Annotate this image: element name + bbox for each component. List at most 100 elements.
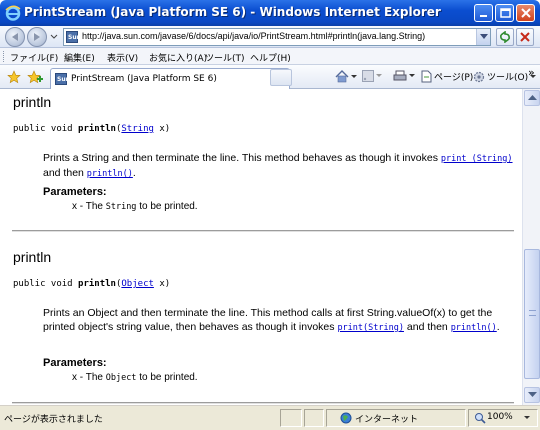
description-text: .: [132, 167, 136, 179]
refresh-button[interactable]: [496, 28, 514, 46]
parameter-item: x - The String to be printed.: [72, 201, 198, 212]
ie-logo-icon: [5, 5, 21, 21]
description-text: Prints a String and then terminate the l…: [43, 152, 441, 164]
param-desc: to be printed.: [136, 372, 198, 383]
menu-edit[interactable]: 編集(E): [64, 51, 95, 64]
signature-name: println: [78, 279, 116, 289]
status-segment: [304, 409, 324, 427]
menu-help[interactable]: ヘルプ(H): [250, 51, 291, 64]
signature-param: x): [153, 124, 171, 134]
menu-favorites[interactable]: お気に入り(A): [149, 51, 207, 64]
param-type: String: [105, 202, 137, 212]
address-dropdown-button[interactable]: [476, 29, 490, 45]
title-bar[interactable]: PrintStream (Java Platform SE 6) - Windo…: [0, 0, 540, 26]
thumb-grip: [529, 310, 536, 316]
globe-icon: [340, 412, 352, 424]
section-divider: [12, 230, 514, 232]
close-icon: [521, 8, 531, 18]
scroll-up-button[interactable]: [524, 90, 540, 106]
tab-printstream[interactable]: Sun PrintStream (Java Platform SE 6): [50, 68, 290, 89]
vertical-scrollbar[interactable]: [522, 89, 540, 405]
zoom-control[interactable]: 100%: [468, 409, 538, 427]
section-divider: [12, 402, 514, 404]
page-menu-label: ページ(P): [434, 73, 474, 83]
stop-button[interactable]: [516, 28, 534, 46]
rss-feed-icon: [362, 70, 374, 82]
zone-label: インターネット: [355, 415, 419, 425]
parameter-item: x - The Object to be printed.: [72, 372, 198, 383]
more-commands-button[interactable]: »: [528, 66, 535, 79]
zoom-magnifier-icon: [475, 413, 486, 424]
new-tab-button[interactable]: [270, 69, 292, 86]
address-toolbar: Sun http://java.sun.com/javase/6/docs/ap…: [0, 26, 540, 48]
method-signature: public void println(String x): [13, 124, 170, 134]
menu-bar: ファイル(F) 編集(E) 表示(V) お気に入り(A) ツール(T) ヘルプ(…: [0, 48, 540, 65]
chevron-down-icon: [524, 416, 530, 419]
stop-icon: [520, 32, 530, 42]
println-link[interactable]: println(): [451, 323, 497, 333]
method-description: Prints a String and then terminate the l…: [43, 151, 513, 181]
print-button[interactable]: [393, 70, 415, 82]
description-text: .: [496, 321, 500, 333]
chevron-up-icon: [528, 95, 537, 100]
minimize-button[interactable]: [474, 4, 493, 22]
home-button[interactable]: [335, 70, 357, 83]
printer-icon: [393, 70, 407, 81]
back-arrow-icon: [12, 33, 18, 41]
print-string-link[interactable]: print(String): [337, 323, 404, 333]
scroll-down-button[interactable]: [524, 387, 540, 403]
println-link[interactable]: println(): [87, 169, 133, 179]
type-link[interactable]: Object: [121, 279, 154, 289]
feeds-button[interactable]: [362, 70, 382, 82]
forward-arrow-icon: [34, 33, 40, 41]
tools-menu-label: ツール(O): [487, 73, 529, 83]
chevron-down-icon: [528, 392, 537, 397]
status-segment: [280, 409, 302, 427]
param-desc: to be printed.: [136, 201, 198, 212]
status-message: ページが表示されました: [4, 415, 103, 425]
menu-file[interactable]: ファイル(F): [10, 51, 58, 64]
tab-label: PrintStream (Java Platform SE 6): [71, 74, 217, 84]
address-field[interactable]: Sun http://java.sun.com/javase/6/docs/ap…: [63, 28, 491, 46]
favorites-star-icon[interactable]: [7, 70, 21, 84]
type-link[interactable]: String: [121, 124, 154, 134]
status-bar: ページが表示されました インターネット 100%: [0, 405, 540, 430]
method-signature: public void println(Object x): [13, 279, 170, 289]
scrollbar-thumb[interactable]: [524, 249, 540, 379]
signature-modifiers: public void: [13, 124, 79, 134]
parameters-heading: Parameters:: [43, 357, 107, 369]
gear-icon: [473, 71, 485, 82]
window-title: PrintStream (Java Platform SE 6) - Windo…: [24, 5, 441, 19]
maximize-button[interactable]: [495, 4, 514, 22]
method-heading: println: [13, 94, 52, 110]
zoom-level: 100%: [487, 412, 513, 422]
signature-param: x): [153, 279, 171, 289]
close-button[interactable]: [516, 4, 535, 22]
page-content: println public void println(String x) Pr…: [0, 89, 522, 405]
maximize-icon: [500, 8, 511, 18]
chevron-down-icon: [409, 74, 415, 77]
back-button[interactable]: [5, 27, 25, 47]
method-description: Prints an Object and then terminate the …: [43, 306, 513, 335]
home-icon: [335, 70, 349, 83]
add-favorites-icon[interactable]: [27, 70, 43, 84]
signature-modifiers: public void: [13, 279, 79, 289]
tools-menu-button[interactable]: ツール(O): [473, 70, 537, 83]
param-type: Object: [105, 373, 137, 383]
forward-button[interactable]: [27, 27, 47, 47]
history-dropdown-icon[interactable]: [50, 31, 58, 43]
chevron-down-icon: [376, 74, 382, 77]
security-zone[interactable]: インターネット: [326, 409, 466, 427]
minimize-icon: [480, 15, 487, 17]
chevron-down-icon: [351, 74, 357, 78]
chevron-down-icon: [480, 34, 488, 39]
menu-view[interactable]: 表示(V): [107, 51, 138, 64]
toolbar-grip[interactable]: [3, 51, 5, 62]
menu-tools[interactable]: ツール(T): [205, 51, 245, 64]
sun-favicon-icon: Sun: [55, 73, 70, 85]
print-string-link[interactable]: print (String): [441, 154, 513, 164]
command-bar: Sun PrintStream (Java Platform SE 6) ページ…: [0, 65, 540, 89]
refresh-icon: [500, 31, 510, 43]
description-text: and then: [403, 321, 451, 333]
sun-favicon-icon: Sun: [66, 31, 81, 43]
